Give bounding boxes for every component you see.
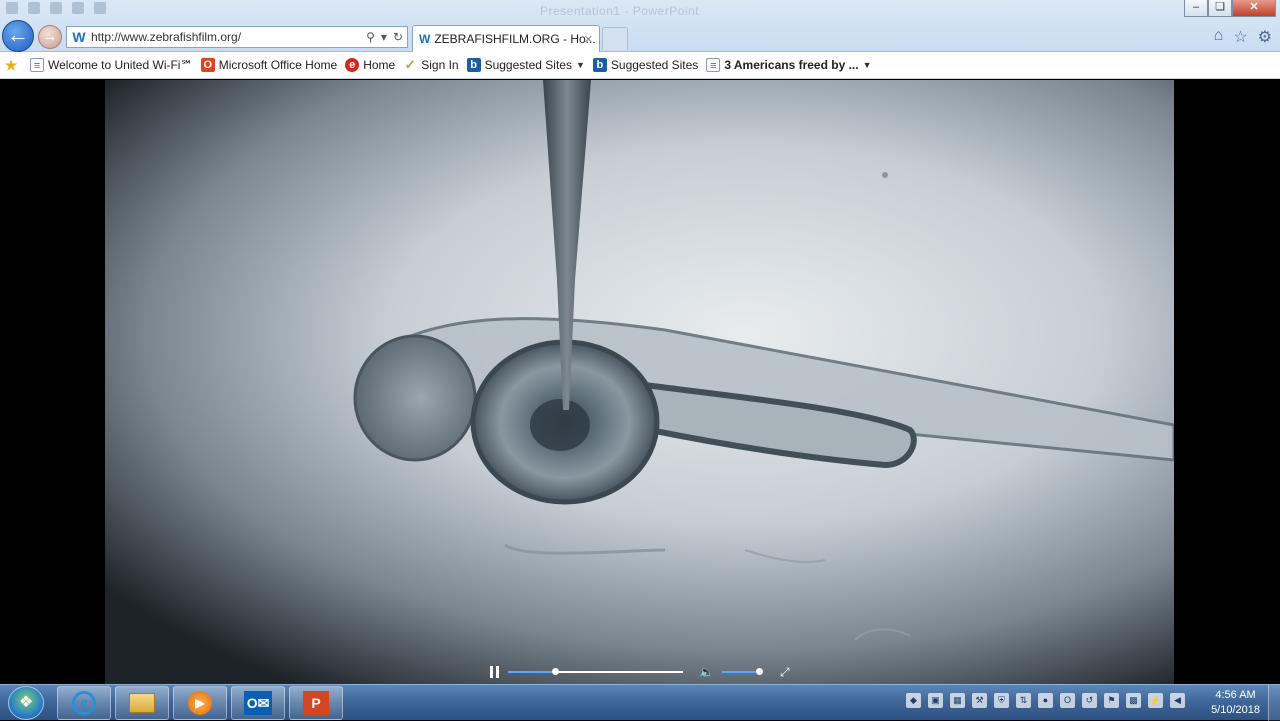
favorite-link[interactable]: b Suggested Sites [592,58,698,72]
window-title: Presentation1 - PowerPoint [540,4,700,18]
bluetooth-icon[interactable]: ⇅ [1016,693,1031,708]
media-player-icon: ▶ [188,691,212,715]
close-window-button[interactable]: ✕ [1232,0,1276,17]
start-button[interactable]: ❖ [8,686,44,720]
windows-logo-icon: ❖ [18,694,34,711]
favorite-link[interactable]: b Suggested Sites ▼ [466,58,585,72]
volume-slider[interactable] [721,668,763,675]
bing-icon: b [466,58,481,72]
page-icon: ≡ [706,58,721,72]
taskbar-media-player[interactable]: ▶ [173,686,227,720]
video-player[interactable]: 🔈 ⤢ [0,80,1280,684]
clock-date: 5/10/2018 [1211,704,1260,716]
zebrafish-embryo-image [353,80,1174,641]
seek-bar[interactable] [508,668,683,675]
tools-icon[interactable]: ⚒ [972,693,987,708]
site-favicon-icon: W [72,29,86,45]
internet-explorer-icon: e [72,691,96,715]
outlook-icon: O✉ [244,691,272,715]
back-button[interactable]: ← [2,20,34,52]
refresh-icon[interactable]: ↻ [393,30,403,44]
fullscreen-exit-icon[interactable]: ⤢ [780,665,790,680]
shield-icon[interactable]: ⛨ [994,693,1009,708]
favorites-star-icon[interactable]: ☆ [1233,27,1247,47]
power-icon[interactable]: ⚡ [1148,693,1163,708]
taskbar-file-explorer[interactable] [115,686,169,720]
sync-icon[interactable]: ↺ [1082,693,1097,708]
seek-played-fill [508,671,556,673]
dropbox-icon[interactable]: ◆ [906,693,921,708]
new-tab-button[interactable] [602,27,628,50]
favorite-link[interactable]: ✓ Sign In [403,57,459,73]
video-frame[interactable] [105,80,1174,684]
minimize-button[interactable]: – [1184,0,1208,17]
taskbar-outlook[interactable]: O✉ [231,686,285,720]
system-clock[interactable]: 4:56 AM 5/10/2018 [1211,688,1260,718]
powerpoint-icon: P [303,691,329,715]
add-to-favorites-button[interactable]: ★ [4,58,22,72]
search-icon[interactable]: ⚲ [366,30,375,44]
favorite-link[interactable]: ≡ 3 Americans freed by ... ▼ [706,58,872,72]
taskbar-internet-explorer[interactable]: e [57,686,111,720]
volume-icon[interactable]: 🔈 [699,665,714,679]
bing-icon: b [592,58,607,72]
dropdown-caret-icon: ▼ [575,60,585,70]
tab-close-icon[interactable]: ✕ [584,33,593,46]
page-icon: ≡ [30,58,44,72]
dropdown-icon[interactable]: ▾ [381,30,387,44]
video-controls: 🔈 ⤢ [490,662,790,682]
office-icon: O [200,58,215,72]
taskbar-powerpoint[interactable]: P [289,686,343,720]
tab-zebrafishfilm[interactable]: W ZEBRAFISHFILM.ORG - Ho... ✕ [412,25,600,52]
favorite-link[interactable]: ≡ Welcome to United Wi-Fi℠ [30,58,193,72]
arrow-left-icon: ← [7,22,29,47]
favorites-star-icon: ★ [4,57,18,73]
display-icon[interactable]: ▣ [928,693,943,708]
signal-icon[interactable]: ▩ [1126,693,1141,708]
taskbar: ❖ e ▶ O✉ P ◆ ▣ ▦ ⚒ ⛨ ⇅ ● O ↺ ⚑ ▩ ⚡ ◀ 4:5… [0,684,1280,721]
forward-button[interactable]: → [38,25,62,49]
e-icon: e [345,58,360,72]
pause-button[interactable] [490,666,500,678]
address-bar[interactable]: W http://www.zebrafishfilm.org/ ⚲ ▾ ↻ [66,26,408,48]
tab-title: ZEBRAFISHFILM.ORG - Ho... [434,32,596,46]
favorite-link[interactable]: O Microsoft Office Home [200,58,337,72]
lock-icon[interactable]: ● [1038,693,1053,708]
action-center-flag-icon[interactable]: ⚑ [1104,693,1119,708]
favorite-link[interactable]: e Home [345,58,395,72]
tab-favicon-icon: W [419,32,431,46]
browser-chrome: Presentation1 - PowerPoint – ❏ ✕ ← → W h… [0,0,1280,52]
system-tray: ◆ ▣ ▦ ⚒ ⛨ ⇅ ● O ↺ ⚑ ▩ ⚡ ◀ [906,693,1185,708]
outlook-tray-icon[interactable]: O [1060,693,1075,708]
home-icon[interactable]: ⌂ [1214,27,1224,47]
network-adapter-icon[interactable]: ▦ [950,693,965,708]
address-url[interactable]: http://www.zebrafishfilm.org/ [91,30,366,44]
folder-icon [129,693,155,713]
maximize-button[interactable]: ❏ [1208,0,1232,17]
window-controls: – ❏ ✕ [1184,0,1276,17]
browser-toolbar-right: ⌂ ☆ ⚙ [1214,27,1272,47]
volume-thumb[interactable] [755,668,763,675]
show-desktop-button[interactable] [1268,685,1280,721]
arrow-right-icon: → [42,28,58,45]
seek-thumb[interactable] [552,668,560,675]
sign-in-icon: ✓ [404,57,416,72]
dropdown-caret-icon: ▼ [862,60,872,70]
speaker-icon[interactable]: ◀ [1170,693,1185,708]
settings-gear-icon[interactable]: ⚙ [1258,27,1272,47]
clock-time: 4:56 AM [1215,689,1256,701]
quick-access-toolbar [6,2,106,14]
favorites-bar: ★ ≡ Welcome to United Wi-Fi℠ O Microsoft O… [0,52,1280,79]
